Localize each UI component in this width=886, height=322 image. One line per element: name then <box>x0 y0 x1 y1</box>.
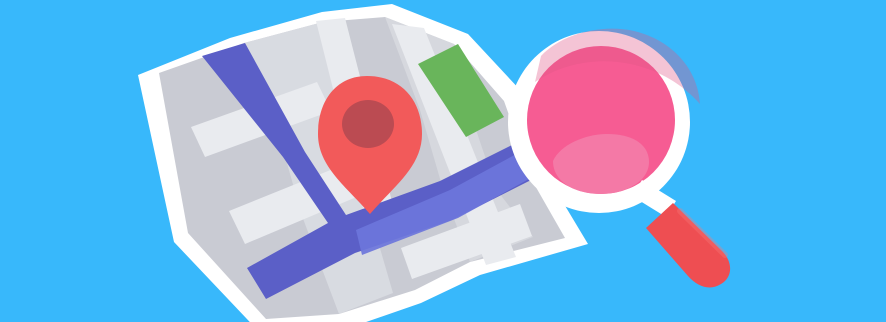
location-pin-center <box>342 100 394 148</box>
illustration-canvas <box>0 0 886 322</box>
map-search-illustration <box>0 0 886 322</box>
